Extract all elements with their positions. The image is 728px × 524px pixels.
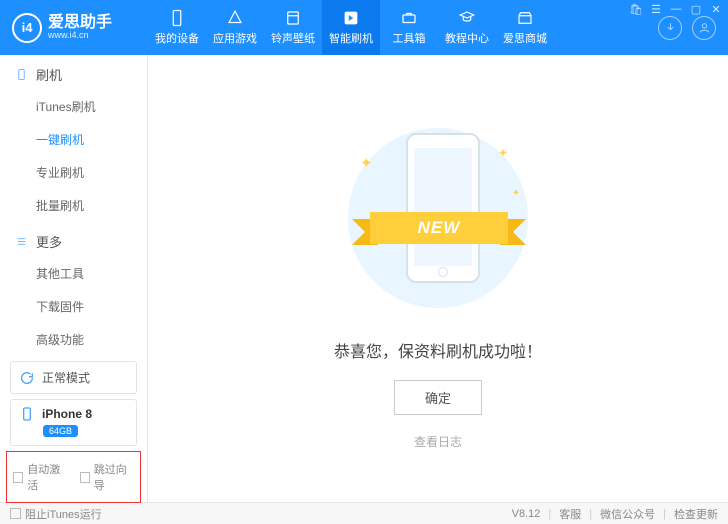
success-illustration: ✦ ✦ ✦ NEW [338, 118, 538, 318]
tools-icon [399, 9, 419, 27]
store-icon [515, 9, 535, 27]
minimize-icon[interactable]: — [670, 3, 682, 15]
flash-icon [341, 9, 361, 27]
sidebar-item-pro[interactable]: 专业刷机 [36, 156, 147, 189]
options-box: 自动激活 跳过向导 [6, 451, 141, 503]
nav-label: 应用游戏 [213, 30, 257, 46]
nav-label: 我的设备 [155, 30, 199, 46]
sidebar-item-advanced[interactable]: 高级功能 [36, 323, 147, 356]
nav-label: 教程中心 [445, 30, 489, 46]
refresh-icon [19, 370, 35, 386]
storage-badge: 64GB [43, 425, 78, 437]
tutorial-icon [457, 9, 477, 27]
new-ribbon: NEW [352, 206, 526, 250]
nav-flash[interactable]: 智能刷机 [322, 0, 380, 55]
apps-icon [225, 9, 245, 27]
ring-icon [283, 9, 303, 27]
maximize-icon[interactable]: ▢ [690, 3, 702, 15]
nav-tutorial[interactable]: 教程中心 [438, 0, 496, 55]
device-icon [167, 9, 187, 27]
user-button[interactable] [692, 16, 716, 40]
section-more: 更多 [0, 222, 147, 257]
nav-apps[interactable]: 应用游戏 [206, 0, 264, 55]
sidebar-item-batch[interactable]: 批量刷机 [36, 189, 147, 222]
nav-label: 智能刷机 [329, 30, 373, 46]
app-logo: i4 爱思助手 www.i4.cn [0, 0, 148, 55]
version-label: V8.12 [512, 508, 541, 520]
mode-card[interactable]: 正常模式 [10, 361, 137, 394]
phone-small-icon [19, 406, 35, 422]
star-icon: ✦ [360, 154, 373, 172]
nav-label: 铃声壁纸 [271, 30, 315, 46]
section-flash: 刷机 [0, 55, 147, 90]
app-url: www.i4.cn [48, 31, 112, 41]
device-name: iPhone 8 [42, 407, 92, 421]
device-card[interactable]: iPhone 8 64GB [10, 399, 137, 446]
footer-link-update[interactable]: 检查更新 [674, 506, 718, 522]
mode-label: 正常模式 [42, 369, 90, 386]
cart-icon[interactable]: 🛍 [630, 3, 642, 15]
nav-store[interactable]: 爱思商城 [496, 0, 554, 55]
download-button[interactable] [658, 16, 682, 40]
nav-tools[interactable]: 工具箱 [380, 0, 438, 55]
sidebar-item-other[interactable]: 其他工具 [36, 257, 147, 290]
auto-activate-checkbox[interactable]: 自动激活 [13, 461, 68, 493]
section-title: 更多 [36, 232, 62, 251]
section-title: 刷机 [36, 65, 62, 84]
footer-link-support[interactable]: 客服 [559, 506, 581, 522]
skip-wizard-checkbox[interactable]: 跳过向导 [80, 461, 135, 493]
nav-label: 爱思商城 [503, 30, 547, 46]
ribbon-text: NEW [370, 212, 508, 244]
phone-icon [14, 68, 28, 82]
app-name: 爱思助手 [48, 14, 112, 32]
sidebar-item-oneclick[interactable]: 一键刷机 [36, 123, 147, 156]
nav-device[interactable]: 我的设备 [148, 0, 206, 55]
menu-lines-icon [14, 235, 28, 249]
nav-label: 工具箱 [393, 30, 426, 46]
nav-ring[interactable]: 铃声壁纸 [264, 0, 322, 55]
star-icon: ✦ [512, 188, 520, 199]
success-message: 恭喜您，保资料刷机成功啦！ [334, 338, 542, 362]
sidebar-item-firmware[interactable]: 下载固件 [36, 290, 147, 323]
top-nav: 我的设备 应用游戏 铃声壁纸 智能刷机 工具箱 教程中心 爱思商城 [148, 0, 658, 55]
sidebar-item-itunes[interactable]: iTunes刷机 [36, 90, 147, 123]
footer-link-wechat[interactable]: 微信公众号 [600, 506, 655, 522]
view-log-link[interactable]: 查看日志 [414, 433, 462, 450]
ok-button[interactable]: 确定 [394, 380, 482, 415]
stop-itunes-checkbox[interactable]: 阻止iTunes运行 [10, 506, 102, 522]
star-icon: ✦ [498, 146, 508, 160]
close-icon[interactable]: ✕ [710, 3, 722, 15]
menu-icon[interactable]: ☰ [650, 3, 662, 15]
logo-glyph: i4 [12, 13, 42, 43]
